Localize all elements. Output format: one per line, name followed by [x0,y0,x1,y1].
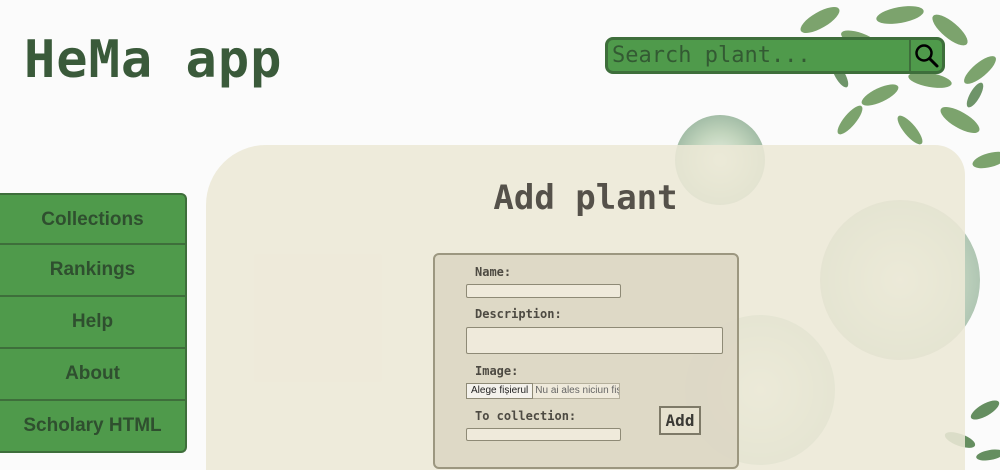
app-title: HeMa app [24,30,283,90]
name-label: Name: [475,265,512,279]
search-input[interactable] [608,40,909,71]
page-title: Add plant [493,178,678,218]
collection-field[interactable] [466,428,621,441]
sidebar-item-about[interactable]: About [0,349,187,401]
description-field[interactable] [466,327,723,354]
sidebar-item-help[interactable]: Help [0,297,187,349]
add-button[interactable]: Add [659,406,701,435]
name-field[interactable] [466,284,621,298]
sidebar-item-collections[interactable]: Collections [0,193,187,245]
file-status-text: Nu ai ales niciun fișier [533,383,620,399]
image-file-input: Alege fișierul Nu ai ales niciun fișier [466,383,620,399]
search-bar [605,37,945,74]
magnifier-icon [914,43,938,67]
sidebar-item-rankings[interactable]: Rankings [0,245,187,297]
add-plant-form: Name: Description: Image: Alege fișierul… [433,253,739,469]
image-label: Image: [475,364,519,378]
choose-file-button[interactable]: Alege fișierul [466,383,534,399]
search-button[interactable] [909,40,942,71]
sidebar-item-scholary-html[interactable]: Scholary HTML [0,401,187,453]
add-plant-panel: Add plant Name: Description: Image: Aleg… [206,145,965,470]
description-label: Description: [475,307,562,321]
sidebar-nav: Collections Rankings Help About Scholary… [0,193,187,453]
collection-label: To collection: [475,409,577,423]
